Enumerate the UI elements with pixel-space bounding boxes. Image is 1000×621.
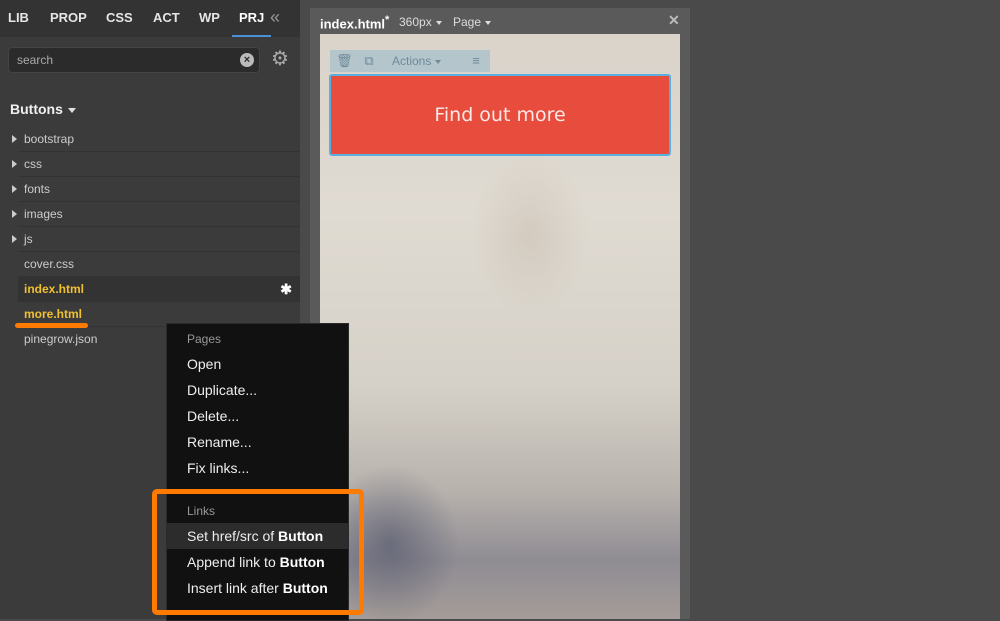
hamburger-menu-icon[interactable]: ≡ <box>468 53 484 69</box>
tree-item-label: index.html <box>24 282 85 296</box>
menu-item-label: Delete... <box>187 408 240 424</box>
tree-item-label: css <box>24 157 42 171</box>
caret-down-icon <box>67 107 76 113</box>
tab-css[interactable]: CSS <box>106 0 133 37</box>
tab-prop[interactable]: PROP <box>50 0 87 37</box>
menu-item-label: Rename... <box>187 434 252 450</box>
page-select[interactable]: Page <box>453 15 492 29</box>
tree-item-bootstrap[interactable]: bootstrap <box>12 127 300 152</box>
page-canvas[interactable]: 🗑 ⧉ Actions ≡ Find out more <box>320 34 680 619</box>
tree-item-cover-css[interactable]: cover.css <box>18 252 300 277</box>
tab-prj[interactable]: PRJ <box>232 0 272 37</box>
caret-right-icon[interactable] <box>12 210 17 218</box>
double-chevron-left-icon[interactable]: « <box>270 6 290 28</box>
gear-icon[interactable]: ⚙ <box>270 49 290 69</box>
menu-item-label: Open <box>187 356 222 372</box>
menu-item-rename[interactable]: Rename... <box>167 429 348 455</box>
find-out-more-button[interactable]: Find out more <box>329 74 671 156</box>
trash-icon[interactable]: 🗑 <box>336 53 353 69</box>
actions-dropdown[interactable]: Actions <box>392 54 442 68</box>
modified-indicator: * <box>385 14 390 26</box>
tree-item-label: fonts <box>24 182 51 196</box>
menu-item-fix-links[interactable]: Fix links... <box>167 455 348 481</box>
tree-item-fonts[interactable]: fonts <box>12 177 300 202</box>
tree-item-label: pinegrow.json <box>24 332 98 346</box>
page-select-label: Page <box>453 15 482 29</box>
caret-down-icon <box>435 59 442 64</box>
tree-item-label: bootstrap <box>24 132 75 146</box>
editor-bar: index.html* 360px Page ✕ <box>310 8 690 34</box>
tab-lib[interactable]: LIB <box>8 0 29 37</box>
tree-item-images[interactable]: images <box>12 202 300 227</box>
tree-item-label: images <box>24 207 63 221</box>
menu-item-duplicate[interactable]: Duplicate... <box>167 377 348 403</box>
caret-down-icon <box>485 20 492 25</box>
caret-right-icon[interactable] <box>12 235 17 243</box>
duplicate-icon[interactable]: ⧉ <box>361 53 377 69</box>
close-icon[interactable]: ✕ <box>668 12 680 29</box>
menu-header-pages: Pages <box>187 332 222 346</box>
caret-down-icon <box>435 20 442 25</box>
background-blur <box>470 154 590 314</box>
annotation-underline <box>15 323 88 328</box>
panel-tabs: LIB PROP CSS ACT WP PRJ « <box>0 0 300 37</box>
search-box: × <box>8 47 260 73</box>
modified-asterisk-icon: ✱ <box>280 281 292 297</box>
annotation-highlight-box <box>152 489 364 615</box>
section-title-label: Buttons <box>10 101 63 117</box>
search-input[interactable] <box>17 48 232 72</box>
tab-act[interactable]: ACT <box>153 0 180 37</box>
editor-panel: index.html* 360px Page ✕ 🗑 ⧉ Actions ≡ F… <box>310 8 690 619</box>
tree-item-css[interactable]: css <box>12 152 300 177</box>
file-tree: bootstrap css fonts images js cover.css … <box>0 127 300 351</box>
section-title[interactable]: Buttons <box>10 100 76 118</box>
tree-item-label: js <box>24 232 33 246</box>
menu-item-label: Fix links... <box>187 460 250 476</box>
clear-icon[interactable]: × <box>240 53 254 67</box>
caret-right-icon[interactable] <box>12 135 17 143</box>
menu-item-delete[interactable]: Delete... <box>167 403 348 429</box>
tab-wp[interactable]: WP <box>199 0 220 37</box>
menu-item-label: Duplicate... <box>187 382 258 398</box>
tree-item-js[interactable]: js <box>12 227 300 252</box>
tree-item-label: cover.css <box>24 257 75 271</box>
element-toolbar: 🗑 ⧉ Actions ≡ <box>330 50 490 72</box>
search-row: × ⚙ <box>8 47 293 73</box>
width-select[interactable]: 360px <box>399 15 442 29</box>
document-title: index.html* <box>320 14 389 31</box>
actions-label: Actions <box>392 54 432 68</box>
width-select-label: 360px <box>399 15 432 29</box>
tree-item-index-html[interactable]: index.html ✱ <box>18 277 300 302</box>
caret-right-icon[interactable] <box>12 185 17 193</box>
menu-item-open[interactable]: Open <box>167 351 348 377</box>
caret-right-icon[interactable] <box>12 160 17 168</box>
document-name: index.html <box>320 16 386 32</box>
